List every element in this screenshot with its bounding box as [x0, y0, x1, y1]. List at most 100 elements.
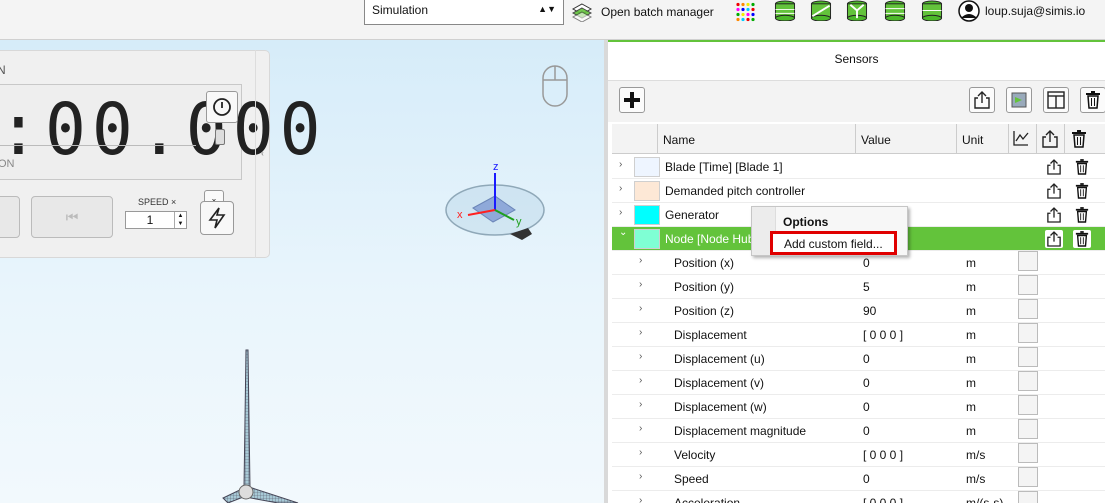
add-sensor-button[interactable] [619, 87, 645, 113]
columns-icon [1047, 91, 1065, 109]
field-unit: m [966, 328, 976, 342]
name-column-header[interactable]: Name [658, 124, 856, 154]
sensor-field-row[interactable]: › Speed 0 m/s [612, 467, 1105, 491]
export-sensor-button[interactable] [1045, 182, 1063, 200]
record-toggle[interactable] [215, 129, 225, 145]
plot-checkbox[interactable] [1018, 371, 1038, 391]
sensors-title: Sensors [834, 52, 879, 66]
field-name: Displacement magnitude [674, 424, 807, 438]
export-button[interactable] [969, 87, 995, 113]
chevron-down-icon[interactable]: ⌄ [619, 227, 627, 238]
clock-toggle-button[interactable] [206, 91, 238, 123]
sensor-field-row[interactable]: › Displacement (v) 0 m [612, 371, 1105, 395]
field-name: Displacement [674, 328, 747, 342]
layout-button[interactable] [1043, 87, 1069, 113]
export-sensor-button[interactable] [1045, 230, 1063, 248]
delete-all-button[interactable] [1080, 87, 1105, 113]
play-button[interactable] [0, 196, 20, 238]
chevron-right-icon[interactable]: › [639, 255, 642, 266]
unit-column-header[interactable]: Unit [957, 124, 1009, 154]
delete-sensor-button[interactable] [1073, 230, 1091, 248]
field-name: Acceleration [674, 496, 741, 503]
stack-icon[interactable] [883, 0, 907, 21]
delete-sensor-button[interactable] [1073, 206, 1091, 224]
trash-icon [1075, 231, 1089, 247]
batch-manager-label: Open batch manager [601, 5, 714, 19]
sensor-field-row[interactable]: › Position (z) 90 m [612, 299, 1105, 323]
share-icon [1047, 207, 1061, 223]
sensor-field-row[interactable]: › Position (y) 5 m [612, 275, 1105, 299]
export-sensor-button[interactable] [1045, 158, 1063, 176]
database-icon[interactable] [920, 0, 944, 21]
import-button[interactable] [1006, 87, 1032, 113]
value-column-header[interactable]: Value [856, 124, 957, 154]
import-icon [1011, 92, 1027, 108]
sensor-group-row[interactable]: › Demanded pitch controller [612, 179, 1105, 203]
tower-icon[interactable] [773, 0, 797, 21]
plot-column-header[interactable] [1009, 124, 1037, 154]
rewind-button[interactable]: ⏮ [31, 196, 113, 238]
delete-sensor-button[interactable] [1073, 182, 1091, 200]
mode-select[interactable]: Simulation ▲▼ [364, 0, 564, 25]
share-icon [1047, 159, 1061, 175]
plot-checkbox[interactable] [1018, 347, 1038, 367]
field-value: 0 [863, 352, 870, 366]
plot-checkbox[interactable] [1018, 467, 1038, 487]
panel-collapse-handle[interactable]: ‹ [255, 50, 269, 258]
sensor-group-row[interactable]: › Blade [Time] [Blade 1] [612, 155, 1105, 179]
plot-checkbox[interactable] [1018, 323, 1038, 343]
split-tower-icon[interactable] [845, 0, 869, 21]
color-grid-icon[interactable] [736, 2, 758, 23]
add-custom-field-menu-item[interactable]: Add custom field... [770, 231, 897, 255]
user-menu[interactable]: loup.suja@simis.io [958, 0, 1085, 22]
field-value: 5 [863, 280, 870, 294]
simulation-viewport[interactable]: N :00.000 ON ⌄ ⏮ SPEED × 1 ▲ ▼ ‹ z x y [0, 40, 604, 503]
chevron-right-icon[interactable]: › [619, 183, 622, 194]
speed-input[interactable]: 1 ▲ ▼ [125, 211, 187, 229]
expand-column-header [612, 124, 658, 154]
speed-stepper[interactable]: ▲ ▼ [174, 212, 186, 228]
share-icon [974, 91, 990, 109]
field-name: Position (z) [674, 304, 735, 318]
fast-forward-button[interactable] [200, 201, 234, 235]
plot-checkbox[interactable] [1018, 251, 1038, 271]
open-batch-manager-button[interactable]: Open batch manager [571, 1, 714, 23]
export-sensor-button[interactable] [1045, 206, 1063, 224]
axis-gizmo[interactable]: z x y [440, 158, 550, 248]
delete-sensor-button[interactable] [1073, 158, 1091, 176]
plot-checkbox[interactable] [1018, 491, 1038, 503]
color-swatch[interactable] [634, 205, 660, 225]
plot-checkbox[interactable] [1018, 419, 1038, 439]
chevron-right-icon[interactable]: › [639, 351, 642, 362]
chevron-right-icon[interactable]: › [639, 399, 642, 410]
cut-tower-icon[interactable] [809, 0, 833, 21]
chevron-right-icon[interactable]: › [639, 447, 642, 458]
plot-checkbox[interactable] [1018, 275, 1038, 295]
color-swatch[interactable] [634, 181, 660, 201]
chevron-right-icon[interactable]: › [639, 279, 642, 290]
trash-icon [1086, 91, 1100, 109]
mouse-icon[interactable] [541, 64, 569, 108]
sensor-field-row[interactable]: › Acceleration [ 0 0 0 ] m/(s·s) [612, 491, 1105, 503]
plot-checkbox[interactable] [1018, 395, 1038, 415]
sensor-field-row[interactable]: › Displacement (u) 0 m [612, 347, 1105, 371]
chevron-right-icon[interactable]: › [619, 207, 622, 218]
chevron-right-icon[interactable]: › [619, 159, 622, 170]
turbine-model[interactable] [218, 348, 308, 503]
sensor-field-row[interactable]: › Displacement (w) 0 m [612, 395, 1105, 419]
sensor-field-row[interactable]: › Displacement magnitude 0 m [612, 419, 1105, 443]
chevron-right-icon[interactable]: › [639, 423, 642, 434]
sensor-field-row[interactable]: › Displacement [ 0 0 0 ] m [612, 323, 1105, 347]
color-swatch[interactable] [634, 229, 660, 249]
sensor-field-row[interactable]: › Velocity [ 0 0 0 ] m/s [612, 443, 1105, 467]
chevron-right-icon[interactable]: › [639, 303, 642, 314]
chevron-right-icon[interactable]: › [639, 471, 642, 482]
chevron-right-icon[interactable]: › [639, 495, 642, 503]
plot-checkbox[interactable] [1018, 299, 1038, 319]
chevron-right-icon[interactable]: › [639, 375, 642, 386]
plot-checkbox[interactable] [1018, 443, 1038, 463]
export-column-header[interactable] [1037, 124, 1065, 154]
chevron-right-icon[interactable]: › [639, 327, 642, 338]
color-swatch[interactable] [634, 157, 660, 177]
delete-column-header[interactable] [1065, 124, 1093, 154]
